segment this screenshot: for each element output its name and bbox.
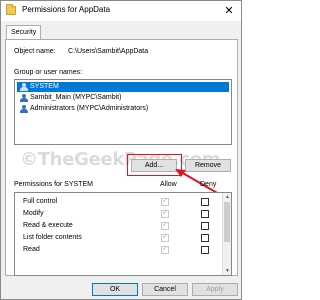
table-row: List folder contents ✓ — [15, 232, 220, 244]
deny-checkbox[interactable] — [201, 210, 209, 218]
folder-icon — [6, 4, 16, 15]
permission-name: Read — [23, 246, 40, 253]
table-row: Read ✓ — [15, 244, 220, 256]
scrollbar[interactable]: ▲ ▼ — [222, 193, 231, 275]
permissions-header: Permissions for SYSTEM — [14, 181, 93, 188]
title-bar: Permissions for AppData ✕ — [1, 1, 241, 21]
security-panel: Object name: C:\Users\Sambit\AppData Gro… — [5, 39, 238, 276]
cancel-button[interactable]: Cancel — [142, 283, 188, 296]
object-name-value: C:\Users\Sambit\AppData — [68, 48, 149, 55]
deny-checkbox[interactable] — [201, 246, 209, 254]
permissions-dialog: Permissions for AppData ✕ Security Objec… — [0, 0, 242, 300]
deny-column-header: Deny — [200, 181, 217, 188]
tab-security[interactable]: Security — [6, 25, 42, 40]
table-row: Modify ✓ — [15, 208, 220, 220]
permission-name: List folder contents — [23, 234, 82, 241]
check-icon: ✓ — [162, 208, 169, 217]
group-names-label: Group or user names: — [14, 69, 83, 76]
permission-name: Read & execute — [23, 222, 73, 229]
table-row: Full control ✓ — [15, 196, 220, 208]
deny-checkbox[interactable] — [201, 198, 209, 206]
user-group-icon — [19, 83, 28, 91]
scroll-down-icon[interactable]: ▼ — [225, 268, 230, 274]
scroll-thumb[interactable] — [224, 202, 230, 242]
apply-button[interactable]: Apply — [192, 283, 238, 296]
check-icon: ✓ — [162, 232, 169, 241]
check-icon: ✓ — [162, 196, 169, 205]
deny-checkbox[interactable] — [201, 222, 209, 230]
allow-checkbox[interactable]: ✓ — [161, 208, 169, 218]
list-item-label: SYSTEM — [30, 83, 59, 90]
ok-button[interactable]: OK — [92, 283, 138, 296]
tab-strip: Security — [1, 21, 241, 41]
scroll-up-icon[interactable]: ▲ — [225, 194, 230, 200]
group-user-listbox[interactable]: SYSTEM Sambit_Main (MYPC\Sambit) Adminis… — [14, 79, 232, 145]
check-icon: ✓ — [162, 244, 169, 253]
permission-name: Modify — [23, 210, 44, 217]
permission-name: Full control — [23, 198, 58, 205]
permissions-table: Full control ✓ Modify ✓ Read & execute ✓… — [14, 192, 232, 276]
table-row: Read & execute ✓ — [15, 220, 220, 232]
close-button[interactable]: ✕ — [221, 3, 237, 19]
list-item-administrators[interactable]: Administrators (MYPC\Administrators) — [17, 104, 229, 114]
allow-checkbox[interactable]: ✓ — [161, 232, 169, 242]
list-item-label: Sambit_Main (MYPC\Sambit) — [30, 94, 122, 101]
user-icon — [19, 94, 28, 102]
allow-checkbox[interactable]: ✓ — [161, 244, 169, 254]
deny-checkbox[interactable] — [201, 234, 209, 242]
allow-checkbox[interactable]: ✓ — [161, 196, 169, 206]
list-item-system[interactable]: SYSTEM — [17, 82, 229, 92]
list-item-sambit-main[interactable]: Sambit_Main (MYPC\Sambit) — [17, 93, 229, 103]
allow-column-header: Allow — [160, 181, 177, 188]
list-item-label: Administrators (MYPC\Administrators) — [30, 105, 149, 112]
allow-checkbox[interactable]: ✓ — [161, 220, 169, 230]
object-name-label: Object name: — [14, 48, 56, 55]
window-title: Permissions for AppData — [22, 5, 111, 14]
user-group-icon — [19, 105, 28, 113]
check-icon: ✓ — [162, 220, 169, 229]
